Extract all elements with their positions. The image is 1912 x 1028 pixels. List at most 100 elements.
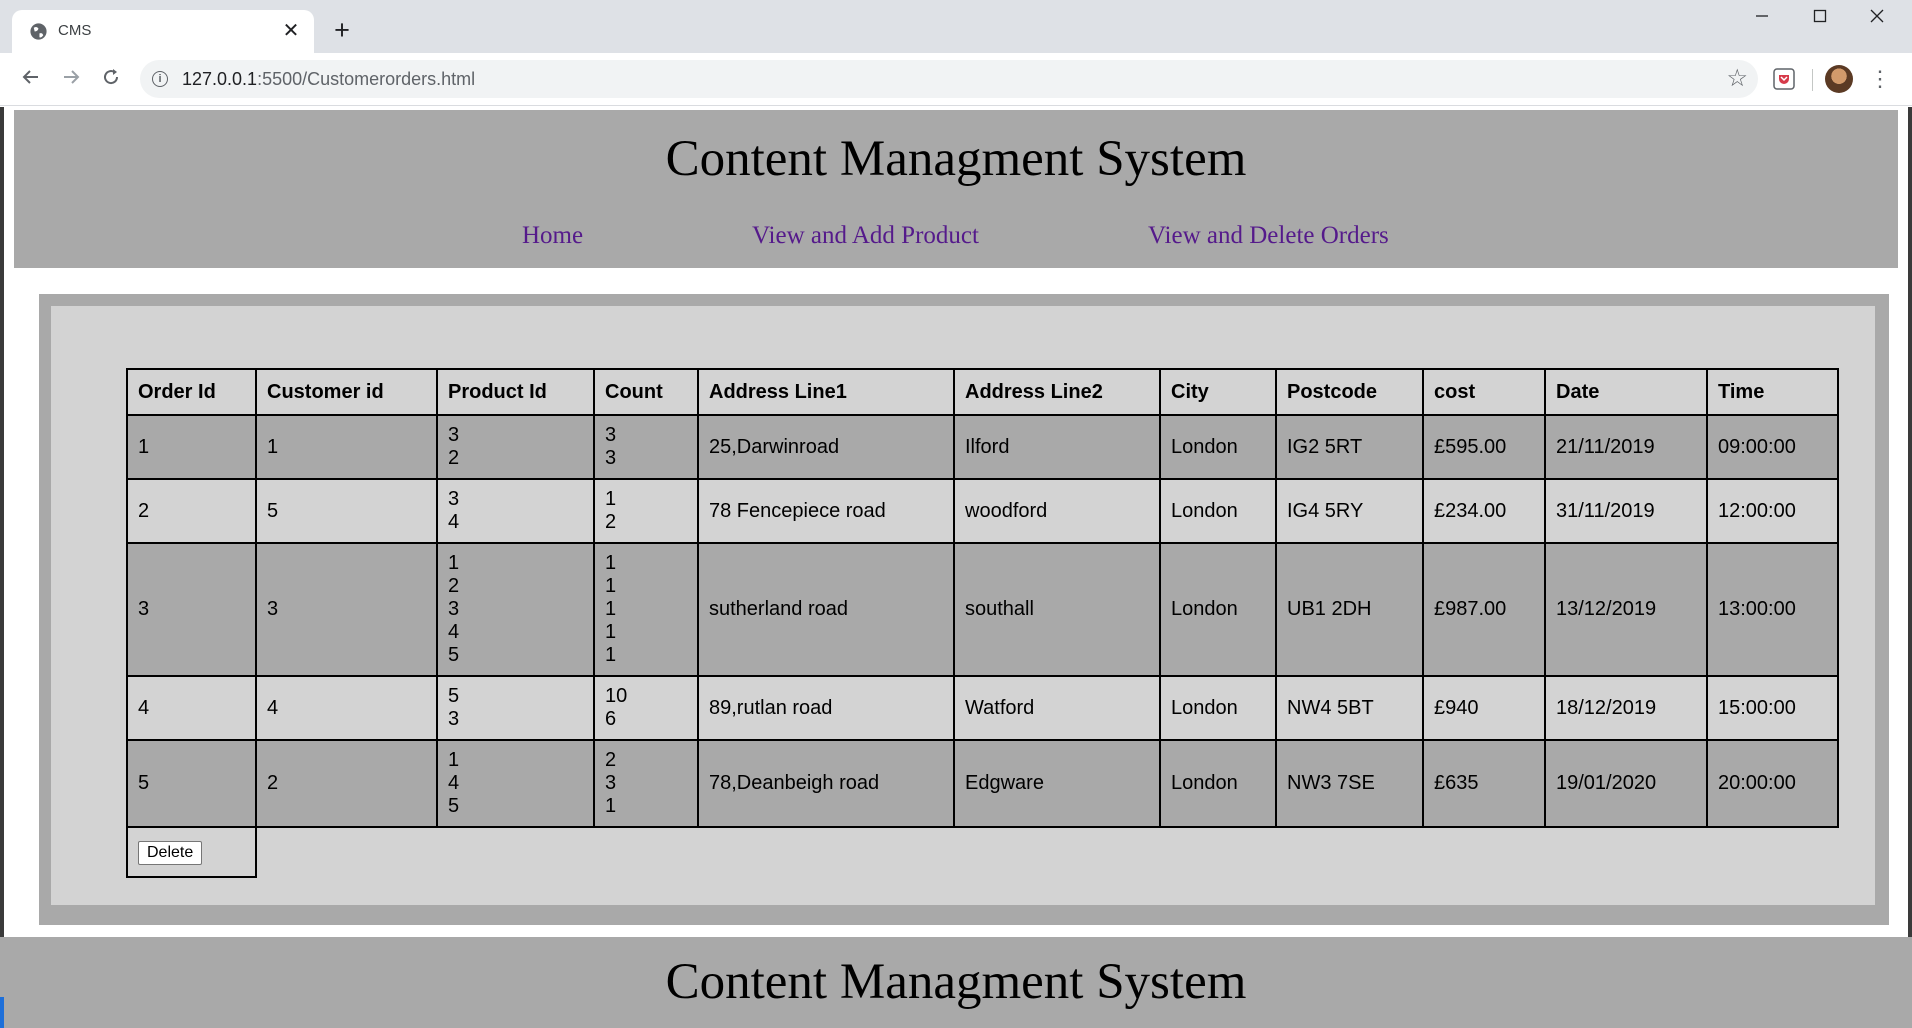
order-id-cell: 3 — [126, 542, 257, 677]
cell-line: 3 — [448, 488, 460, 510]
nav-link-view-add-product[interactable]: View and Add Product — [752, 222, 979, 250]
cell-line: 3 — [605, 424, 617, 446]
product-id-cell: 12345 — [436, 542, 595, 677]
cell-line: 3 — [448, 598, 460, 620]
cell-value: NW3 7SE — [1287, 772, 1375, 794]
customer-id-cell: 2 — [255, 739, 438, 828]
address-bar[interactable]: i 127.0.0.1:5500/Customerorders.html ☆ — [140, 60, 1758, 98]
time-cell: 13:00:00 — [1706, 542, 1839, 677]
cell-value: £635 — [1434, 772, 1479, 794]
address-line2-cell: Watford — [953, 675, 1161, 741]
city-cell: London — [1159, 542, 1277, 677]
product-id-cell: 53 — [436, 675, 595, 741]
maximize-icon[interactable] — [1796, 6, 1844, 32]
city-cell: London — [1159, 739, 1277, 828]
cell-value: sutherland road — [709, 598, 848, 620]
cell-value: 4 — [138, 696, 150, 719]
info-icon[interactable]: i — [152, 71, 168, 87]
cell-value: London — [1171, 499, 1238, 522]
cost-cell: £940 — [1422, 675, 1546, 741]
more-menu-icon[interactable]: ⋮ — [1866, 65, 1894, 93]
cost-cell: £234.00 — [1422, 478, 1546, 544]
table-row: 4 4 5 3 10 6 89,rutlan road Watford London NW4 5B… — [126, 675, 1839, 741]
address-line2-cell: Ilford — [953, 414, 1161, 480]
delete-cell: Delete — [126, 826, 257, 878]
cost-cell: £987.00 — [1422, 542, 1546, 677]
cell-value: London — [1171, 435, 1238, 458]
column-header: cost — [1422, 368, 1546, 416]
cell-line: 10 — [605, 685, 628, 707]
cell-value: NW4 5BT — [1287, 696, 1374, 719]
bookmark-star-icon[interactable]: ☆ — [1726, 64, 1748, 93]
nav-link-home[interactable]: Home — [522, 222, 583, 250]
order-id-cell: 1 — [126, 414, 257, 480]
reload-icon[interactable] — [96, 65, 126, 95]
cell-line: 4 — [448, 511, 460, 533]
count-cell: 10 6 — [593, 675, 699, 741]
date-cell: 18/12/2019 — [1544, 675, 1708, 741]
site-header: Content Managment System Home View and A… — [14, 110, 1898, 268]
table-row: 1 1 3 2 3 3 25,Darwinroad Ilford London IG2 5RT £5… — [126, 414, 1839, 480]
cell-value: 13:00:00 — [1718, 598, 1796, 620]
close-tab-icon[interactable]: ✕ — [278, 18, 304, 44]
cell-line: 3 — [605, 447, 617, 469]
delete-button[interactable]: Delete — [138, 840, 203, 865]
browser-tab[interactable]: CMS ✕ — [12, 10, 314, 53]
column-header: Customer id — [255, 368, 438, 416]
column-header: Count — [593, 368, 699, 416]
address-line1-cell: 89,rutlan road — [697, 675, 955, 741]
cell-line: 2 — [605, 749, 617, 771]
date-cell: 21/11/2019 — [1544, 414, 1708, 480]
pocket-extension-icon[interactable] — [1770, 65, 1798, 93]
footer-title: Content Managment System — [665, 954, 1247, 1010]
address-line1-cell: 78,Deanbeigh road — [697, 739, 955, 828]
cell-value: London — [1171, 696, 1238, 719]
cost-cell: £635 — [1422, 739, 1546, 828]
cell-line: 5 — [448, 644, 460, 666]
cell-value: 1 — [138, 435, 150, 458]
city-cell: London — [1159, 414, 1277, 480]
site-footer: Content Managment System — [0, 937, 1912, 1028]
cell-value: 19/01/2020 — [1556, 772, 1657, 794]
column-header: Time — [1706, 368, 1839, 416]
orders-table: Order Id Customer id Product Id Count Ad… — [126, 368, 1839, 878]
nav-link-view-delete-orders[interactable]: View and Delete Orders — [1148, 222, 1389, 250]
cell-value: £595.00 — [1434, 435, 1507, 458]
table-row: 3 3 1 2 3 4 5 1 1 1 1 1 sutherland road southall Londo… — [126, 542, 1839, 677]
close-window-icon[interactable] — [1853, 6, 1901, 32]
order-id-cell: 2 — [126, 478, 257, 544]
count-cell: 11111 — [593, 542, 699, 677]
cell-line: 2 — [448, 447, 460, 469]
cell-value: 12:00:00 — [1718, 499, 1796, 522]
cell-line: 1 — [605, 621, 617, 643]
cell-value: 21/11/2019 — [1556, 435, 1655, 458]
profile-avatar[interactable] — [1825, 65, 1853, 93]
cell-line: 1 — [605, 598, 617, 620]
city-cell: London — [1159, 478, 1277, 544]
cell-line: 5 — [448, 685, 460, 707]
column-header: Postcode — [1275, 368, 1424, 416]
date-cell: 19/01/2020 — [1544, 739, 1708, 828]
product-id-cell: 34 — [436, 478, 595, 544]
address-line1-cell: 78 Fencepiece road — [697, 478, 955, 544]
address-line1-cell: sutherland road — [697, 542, 955, 677]
time-cell: 20:00:00 — [1706, 739, 1839, 828]
new-tab-button[interactable]: + — [328, 16, 356, 44]
cell-line: 4 — [448, 621, 460, 643]
cell-value: 89,rutlan road — [709, 696, 833, 719]
cell-value: 4 — [267, 696, 279, 719]
cell-value: woodford — [965, 499, 1048, 522]
cell-line: 1 — [605, 488, 617, 510]
cell-value: IG2 5RT — [1287, 435, 1363, 458]
forward-icon[interactable] — [56, 65, 86, 95]
postcode-cell: UB1 2DH — [1275, 542, 1424, 677]
right-edge — [1908, 107, 1912, 1028]
time-cell: 09:00:00 — [1706, 414, 1839, 480]
customer-id-cell: 3 — [255, 542, 438, 677]
minimize-icon[interactable] — [1738, 6, 1786, 32]
count-cell: 12 — [593, 478, 699, 544]
cell-line: 1 — [448, 749, 460, 771]
back-icon[interactable] — [16, 65, 46, 95]
cell-line: 4 — [448, 772, 460, 794]
site-title: Content Managment System — [665, 131, 1247, 187]
